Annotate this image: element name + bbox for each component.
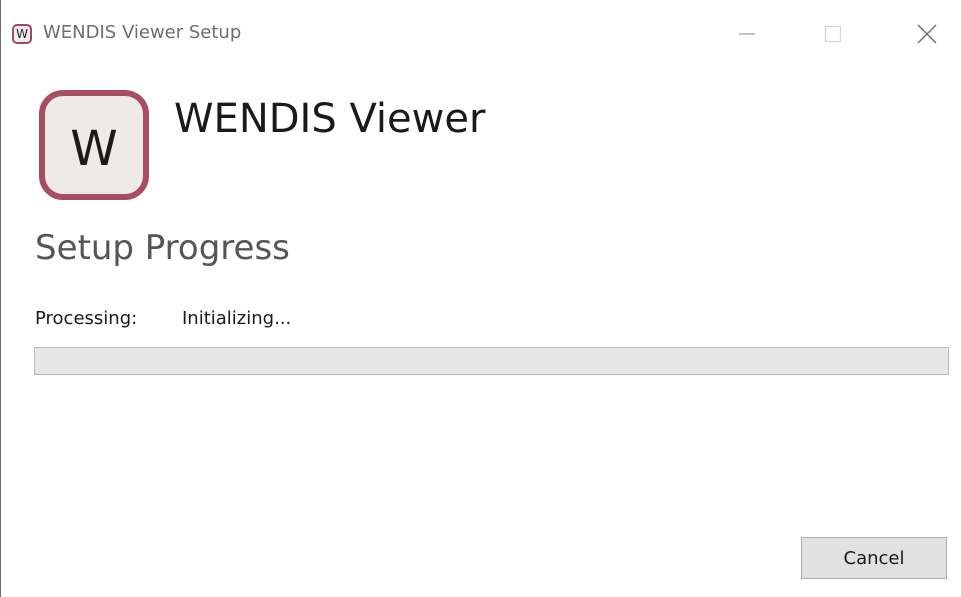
- page-title: Setup Progress: [35, 228, 290, 268]
- app-logo-letter: W: [70, 121, 118, 177]
- maximize-button: [805, 12, 861, 56]
- setup-window: W WENDIS Viewer Setup W WENDIS Viewer Se…: [0, 0, 961, 597]
- title-bar[interactable]: W WENDIS Viewer Setup: [1, 0, 961, 70]
- app-title-icon: W: [12, 24, 32, 44]
- app-name: WENDIS Viewer: [174, 96, 486, 142]
- maximize-icon: [824, 25, 842, 43]
- close-button[interactable]: [899, 12, 955, 56]
- status-value: Initializing...: [182, 308, 292, 329]
- status-label: Processing:: [35, 308, 138, 329]
- close-icon: [917, 24, 937, 44]
- progress-bar: [34, 347, 949, 375]
- app-logo: W: [39, 90, 149, 200]
- minimize-icon: [739, 33, 755, 35]
- cancel-button[interactable]: Cancel: [801, 537, 947, 579]
- minimize-button[interactable]: [719, 12, 775, 56]
- window-title: WENDIS Viewer Setup: [43, 22, 242, 43]
